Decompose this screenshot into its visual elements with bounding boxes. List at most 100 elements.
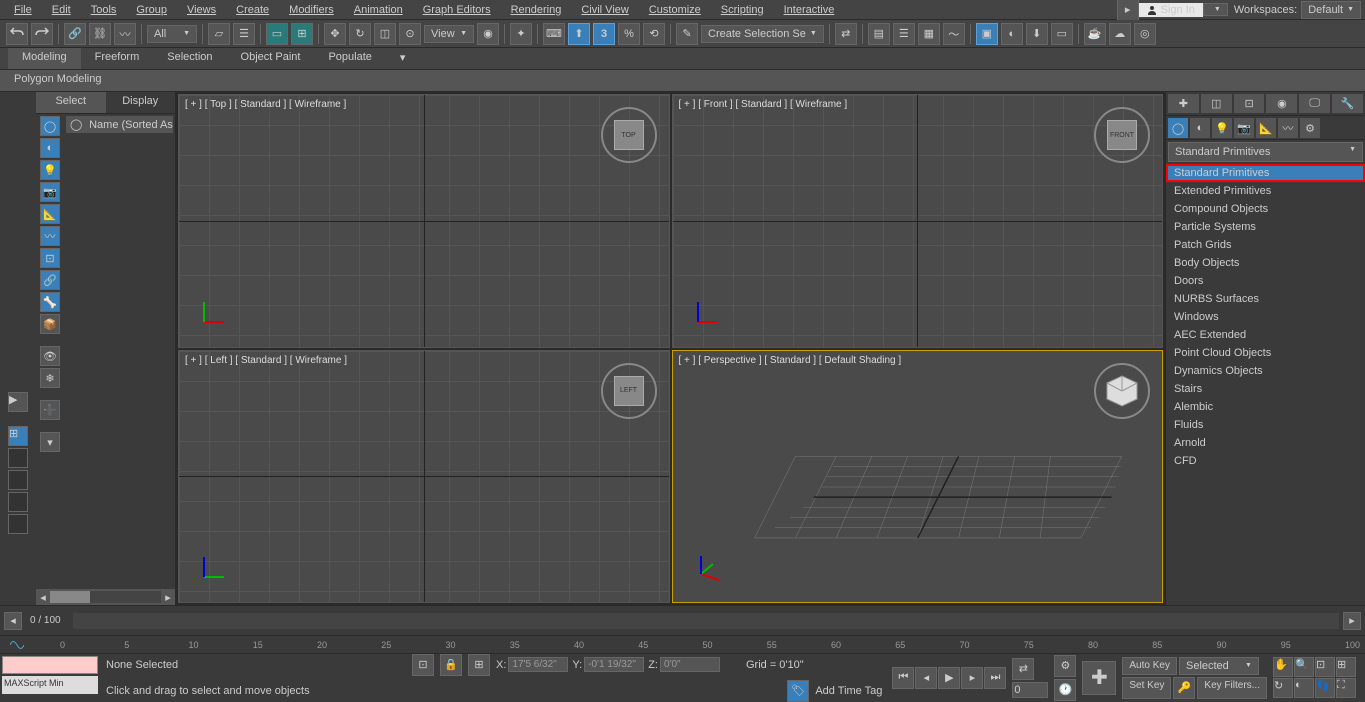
spinner-snap-icon[interactable]: ⟲ (643, 23, 665, 45)
align-icon[interactable]: ▤ (868, 23, 890, 45)
menu-modifiers[interactable]: Modifiers (279, 2, 344, 18)
z-input[interactable] (660, 657, 720, 672)
workspaces-select[interactable]: Default (1301, 1, 1361, 19)
time-tag-icon[interactable]: 🏷 (787, 680, 809, 702)
list-item-aec-extended[interactable]: AEC Extended (1166, 326, 1365, 344)
viewcube-persp[interactable] (1092, 361, 1152, 421)
layer-explorer-icon[interactable]: ☰ (893, 23, 915, 45)
menu-scripting[interactable]: Scripting (711, 2, 774, 18)
link-icon[interactable]: 🔗 (64, 23, 86, 45)
walk-icon[interactable]: 👣 (1315, 678, 1335, 698)
list-item-nurbs-surfaces[interactable]: NURBS Surfaces (1166, 290, 1365, 308)
list-item-doors[interactable]: Doors (1166, 272, 1365, 290)
vp-label[interactable]: [ + ] [ Perspective ] [ Standard ] [ Def… (679, 355, 902, 366)
key-mode-icon[interactable]: ⇄ (1012, 658, 1034, 680)
viewport-perspective[interactable]: [ + ] [ Perspective ] [ Standard ] [ Def… (672, 350, 1164, 604)
zoom-extents-icon[interactable]: ⊡ (1315, 657, 1335, 677)
se-spacewarps-icon[interactable]: 〰 (40, 226, 60, 246)
menu-edit[interactable]: Edit (42, 2, 81, 18)
se-bones-icon[interactable]: 🦴 (40, 292, 60, 312)
chevron-right-icon[interactable]: ▸ (1117, 0, 1139, 21)
percent-snap-icon[interactable]: % (618, 23, 640, 45)
se-lights-icon[interactable]: 💡 (40, 160, 60, 180)
fov-icon[interactable]: ◐ (1294, 678, 1314, 698)
tl-left-icon[interactable]: ◂ (4, 612, 22, 630)
curve-editor-icon[interactable]: 〜 (943, 23, 965, 45)
utilities-tab-icon[interactable]: 🔧 (1332, 94, 1363, 113)
list-item-dynamics-objects[interactable]: Dynamics Objects (1166, 362, 1365, 380)
goto-end-icon[interactable]: ⏭ (984, 667, 1006, 689)
viewport-left[interactable]: [ + ] [ Left ] [ Standard ] [ Wireframe … (178, 350, 670, 604)
pivot-icon[interactable]: ◉ (477, 23, 499, 45)
se-containers-icon[interactable]: 📦 (40, 314, 60, 334)
tab-selection[interactable]: Selection (153, 48, 226, 69)
y-input[interactable] (584, 657, 644, 672)
vp-label[interactable]: [ + ] [ Left ] [ Standard ] [ Wireframe … (185, 355, 347, 366)
current-frame-input[interactable] (1012, 682, 1048, 698)
se-collapse-icon[interactable]: ▾ (40, 432, 60, 452)
time-slider[interactable] (73, 613, 1339, 629)
motion-tab-icon[interactable]: ◉ (1266, 94, 1297, 113)
angle-snap-icon[interactable]: 3 (593, 23, 615, 45)
select-object-icon[interactable]: ▱ (208, 23, 230, 45)
render-setup-icon[interactable]: ⬇ (1026, 23, 1048, 45)
list-item-stairs[interactable]: Stairs (1166, 380, 1365, 398)
layout-1-icon[interactable]: ⊞ (8, 426, 28, 446)
list-item-particle-systems[interactable]: Particle Systems (1166, 218, 1365, 236)
manipulate-icon[interactable]: ✦ (510, 23, 532, 45)
select-by-name-icon[interactable]: ☰ (233, 23, 255, 45)
scroll-left-icon[interactable]: ◂ (36, 591, 50, 604)
se-cameras-icon[interactable]: 📷 (40, 182, 60, 202)
viewport-top[interactable]: [ + ] [ Top ] [ Standard ] [ Wireframe ]… (178, 94, 670, 348)
placement-icon[interactable]: ⊙ (399, 23, 421, 45)
next-frame-icon[interactable]: ▸ (961, 667, 983, 689)
bind-icon[interactable]: 〰 (114, 23, 136, 45)
rendered-frame-icon[interactable]: ▭ (1051, 23, 1073, 45)
hierarchy-tab-icon[interactable]: ⊡ (1234, 94, 1265, 113)
key-filter-select[interactable]: Selected (1179, 657, 1259, 675)
layout-4-icon[interactable] (8, 492, 28, 512)
menu-file[interactable]: File (4, 2, 42, 18)
se-tab-select[interactable]: Select (36, 92, 106, 113)
edit-named-sel-icon[interactable]: ✎ (676, 23, 698, 45)
undo-icon[interactable] (6, 23, 28, 45)
viewcube-front[interactable]: FRONT (1092, 105, 1152, 165)
vp-label[interactable]: [ + ] [ Front ] [ Standard ] [ Wireframe… (679, 99, 848, 110)
modify-tab-icon[interactable]: ◫ (1201, 94, 1232, 113)
selection-filter[interactable]: All (147, 25, 197, 43)
menu-group[interactable]: Group (126, 2, 177, 18)
named-selection-sets[interactable]: Create Selection Se (701, 25, 824, 43)
systems-cat-icon[interactable]: ⚙ (1300, 118, 1320, 138)
tab-freeform[interactable]: Freeform (81, 48, 154, 69)
rect-region-icon[interactable]: ▭ (266, 23, 288, 45)
vp-label[interactable]: [ + ] [ Top ] [ Standard ] [ Wireframe ] (185, 99, 346, 110)
keyfilters-button[interactable]: Key Filters... (1197, 677, 1267, 699)
menu-interactive[interactable]: Interactive (774, 2, 845, 18)
viewport-front[interactable]: [ + ] [ Front ] [ Standard ] [ Wireframe… (672, 94, 1164, 348)
se-scrollbar[interactable]: ◂ ▸ (36, 589, 175, 605)
primitive-type-dropdown[interactable]: Standard Primitives (1168, 142, 1363, 162)
shapes-cat-icon[interactable]: ◐ (1190, 118, 1210, 138)
max-toggle-icon[interactable]: ⛶ (1336, 678, 1356, 698)
spacewarps-cat-icon[interactable]: 〰 (1278, 118, 1298, 138)
redo-icon[interactable] (31, 23, 53, 45)
se-eye-icon[interactable]: 👁 (40, 346, 60, 366)
add-time-tag[interactable]: Add Time Tag (815, 685, 882, 697)
menu-rendering[interactable]: Rendering (501, 2, 572, 18)
ref-coord-system[interactable]: View (424, 25, 474, 43)
lock-icon[interactable]: 🔒 (440, 654, 462, 676)
ruler-mode-icon[interactable] (10, 638, 24, 652)
key-icon[interactable]: 🔑 (1173, 677, 1195, 699)
signin-dropdown[interactable] (1203, 3, 1228, 16)
menu-tools[interactable]: Tools (81, 2, 127, 18)
create-tab-icon[interactable]: ✚ (1168, 94, 1199, 113)
viewcube-top[interactable]: TOP (599, 105, 659, 165)
se-tab-display[interactable]: Display (106, 92, 176, 113)
se-groups-icon[interactable]: ⊡ (40, 248, 60, 268)
scale-icon[interactable]: ◫ (374, 23, 396, 45)
toggle-ribbon-icon[interactable]: ▦ (918, 23, 940, 45)
absolute-icon[interactable]: ⊞ (468, 654, 490, 676)
menu-graph-editors[interactable]: Graph Editors (413, 2, 501, 18)
geometry-cat-icon[interactable]: ◯ (1168, 118, 1188, 138)
play-icon[interactable]: ▶ (938, 667, 960, 689)
